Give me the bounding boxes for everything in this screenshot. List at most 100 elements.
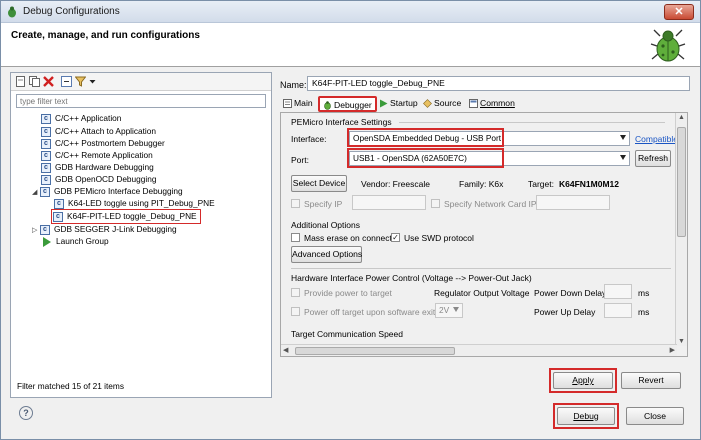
power-off-exit-checkbox[interactable] (291, 307, 300, 316)
power-down-delay-label: Power Down Delay (534, 288, 607, 298)
tree-item-launch-group[interactable]: Launch Group (41, 235, 109, 247)
expanded-triangle-icon[interactable]: ◢ (32, 187, 40, 199)
ms-unit-2: ms (638, 307, 650, 317)
tree-item-c-application[interactable]: c C/C++ Application (41, 112, 121, 124)
tab-startup[interactable]: Startup (376, 96, 421, 112)
specify-ip-checkbox[interactable] (291, 199, 300, 208)
tree-item-gdb-hardware[interactable]: c GDB Hardware Debugging (41, 161, 154, 173)
c-config-icon: c (41, 113, 51, 124)
compatible-link[interactable]: Compatible (635, 134, 678, 144)
c-config-icon: c (53, 211, 63, 222)
target-value: K64FN1M0M12 (559, 179, 619, 189)
horizontal-scroll-thumb[interactable] (295, 347, 455, 355)
target-label: Target: (528, 179, 554, 189)
mass-erase-checkbox[interactable] (291, 233, 300, 242)
mass-erase-label: Mass erase on connect (304, 233, 392, 243)
help-icon[interactable]: ? (19, 406, 33, 420)
revert-button[interactable]: Revert (621, 372, 681, 389)
power-down-delay-field[interactable] (604, 284, 632, 299)
pemicro-section-title: PEMicro Interface Settings (291, 117, 392, 127)
title-bar[interactable]: Debug Configurations ✕ (1, 1, 700, 23)
provide-power-checkbox[interactable] (291, 288, 300, 297)
specify-nc-ip-label: Specify Network Card IP (444, 199, 537, 209)
launch-group-icon (43, 236, 51, 247)
tree-item-c-remote[interactable]: c C/C++ Remote Application (41, 149, 153, 161)
collapse-all-icon[interactable] (61, 76, 72, 87)
select-device-button[interactable]: Select Device (291, 175, 347, 192)
delete-config-icon[interactable] (43, 76, 54, 87)
tree-item-c-attach[interactable]: c C/C++ Attach to Application (41, 125, 156, 137)
tree-item-k64-led-pit[interactable]: c K64-LED toggle using PIT_Debug_PNE (54, 197, 215, 209)
scroll-up-icon[interactable]: ▲ (678, 114, 685, 121)
tree-item-c-postmortem[interactable]: c C/C++ Postmortem Debugger (41, 137, 165, 149)
config-tabs: Main Debugger Startup Source Common (280, 96, 690, 113)
filter-icon[interactable] (75, 76, 86, 87)
refresh-button[interactable]: Refresh (635, 150, 671, 167)
provide-power-label: Provide power to target (304, 288, 392, 298)
section-divider (399, 122, 665, 123)
interface-label: Interface: (291, 134, 327, 144)
additional-options-title: Additional Options (291, 220, 360, 230)
filter-status: Filter matched 15 of 21 items (17, 381, 124, 391)
tab-common[interactable]: Common (466, 96, 518, 112)
c-config-icon: c (41, 162, 51, 173)
filter-input[interactable] (16, 94, 266, 108)
startup-tab-icon (380, 99, 388, 108)
advanced-options-button[interactable]: Advanced Options (291, 246, 362, 263)
horizontal-scrollbar[interactable]: ◀ ▶ (281, 344, 677, 356)
chevron-down-icon (620, 155, 626, 160)
use-swd-label: Use SWD protocol (404, 233, 474, 243)
speed-section-title: Target Communication Speed (291, 329, 403, 339)
apply-highlight (549, 368, 617, 393)
scroll-left-icon[interactable]: ◀ (283, 346, 288, 354)
debug-configurations-window: Debug Configurations ✕ Create, manage, a… (0, 0, 701, 440)
debugger-tab-panel: PEMicro Interface Settings Interface: Op… (280, 112, 688, 357)
nc-ip-field[interactable] (536, 195, 610, 210)
port-highlight (347, 148, 504, 168)
power-up-delay-label: Power Up Delay (534, 307, 596, 317)
dialog-header: Create, manage, and run configurations (1, 23, 700, 67)
duplicate-config-icon[interactable] (29, 76, 40, 87)
regulator-voltage-label: Regulator Output Voltage (434, 288, 530, 298)
scroll-right-icon[interactable]: ▶ (670, 346, 675, 354)
source-tab-icon (423, 99, 432, 109)
collapsed-triangle-icon[interactable]: ▷ (32, 225, 40, 237)
tab-debugger[interactable]: Debugger (318, 96, 377, 112)
configuration-editor: Name: K64F-PIT-LED toggle_Debug_PNE Main… (277, 72, 694, 398)
power-section-title: Hardware Interface Power Control (Voltag… (291, 273, 532, 283)
c-config-icon: c (41, 174, 51, 185)
specify-nc-ip-checkbox[interactable] (431, 199, 440, 208)
ip-field[interactable] (352, 195, 426, 210)
c-config-icon: c (40, 186, 50, 197)
power-up-delay-field[interactable] (604, 303, 632, 318)
tree-item-gdb-pemicro[interactable]: ◢ c GDB PEMicro Interface Debugging (32, 185, 183, 197)
family-text: Family: K6x (459, 179, 504, 189)
interface-highlight (347, 128, 504, 147)
tree-item-gdb-segger[interactable]: ▷ c GDB SEGGER J-Link Debugging (32, 223, 177, 235)
tab-source[interactable]: Source (420, 96, 464, 112)
vertical-scroll-thumb[interactable] (677, 127, 686, 237)
debug-app-icon (8, 6, 16, 18)
debug-highlight (553, 403, 619, 429)
configuration-tree-pane: cC/C++ Application cC/C++ Attach to Appl… (10, 72, 272, 398)
c-config-icon: c (41, 126, 51, 137)
window-close-button[interactable]: ✕ (664, 4, 694, 20)
new-config-icon[interactable] (15, 76, 26, 87)
tree-item-k64f-pit-led-selected[interactable]: c K64F-PIT-LED toggle_Debug_PNE (51, 209, 201, 224)
tree-toolbar (11, 73, 271, 91)
tree-item-gdb-openocd[interactable]: c GDB OpenOCD Debugging (41, 173, 156, 185)
voltage-select[interactable]: 2V (435, 303, 463, 318)
main-tab-icon (283, 99, 292, 109)
use-swd-checkbox[interactable]: ✓ (391, 233, 400, 242)
debugger-tab-icon (324, 101, 331, 111)
vertical-scrollbar[interactable]: ▲ ▼ (675, 113, 687, 346)
chevron-down-icon[interactable] (89, 76, 96, 87)
c-config-icon: c (41, 150, 51, 161)
scroll-down-icon[interactable]: ▼ (678, 338, 685, 345)
c-config-icon: c (54, 198, 64, 209)
chevron-down-icon (453, 307, 459, 312)
tab-main[interactable]: Main (280, 96, 316, 112)
name-input[interactable]: K64F-PIT-LED toggle_Debug_PNE (307, 76, 690, 91)
port-label: Port: (291, 155, 309, 165)
close-button[interactable]: Close (626, 407, 684, 425)
